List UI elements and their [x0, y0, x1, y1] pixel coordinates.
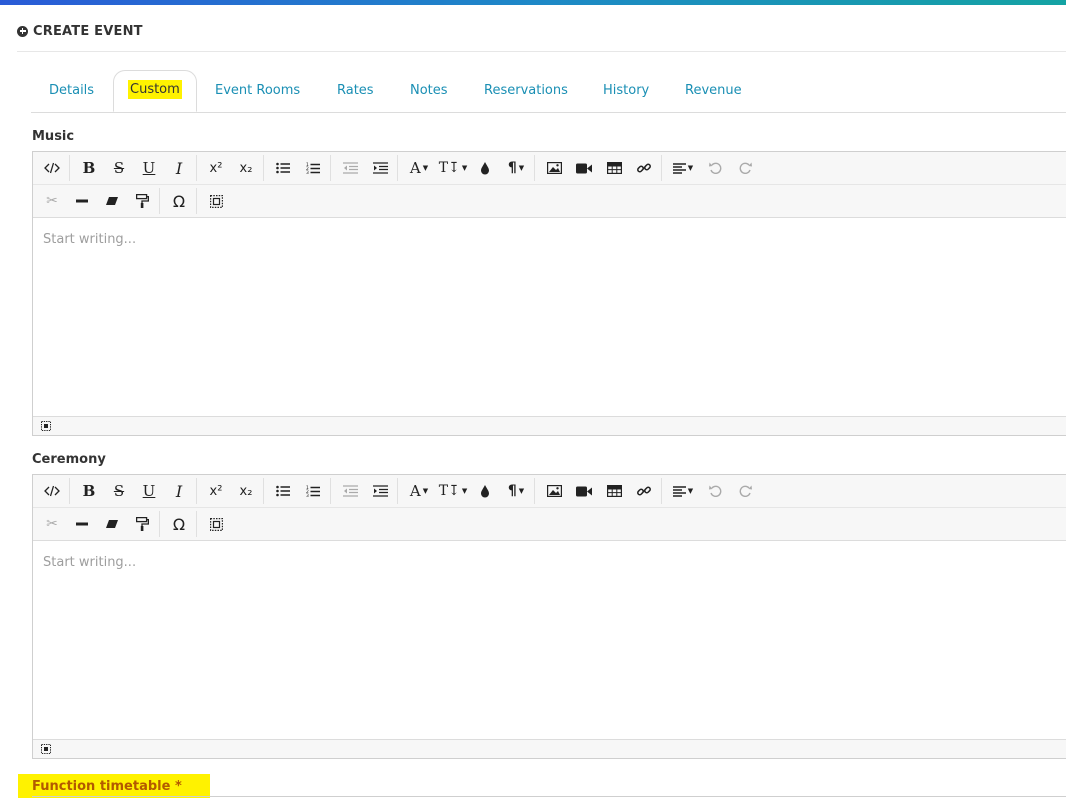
redo-icon[interactable] — [730, 478, 760, 504]
ceremony-label: Ceremony — [32, 452, 106, 467]
special-char-icon[interactable]: Ω — [164, 511, 197, 537]
page-title: CREATE EVENT — [33, 23, 143, 39]
color-icon[interactable] — [470, 155, 500, 181]
font-size-icon[interactable]: T↧ ▼ — [436, 155, 470, 181]
resize-handle-icon[interactable] — [35, 736, 57, 762]
outdent-icon[interactable] — [335, 155, 365, 181]
tab-custom-label: Custom — [128, 80, 182, 99]
code-view-icon[interactable] — [37, 478, 70, 504]
function-timetable-editor-top — [32, 796, 1066, 797]
redo-icon[interactable] — [730, 155, 760, 181]
horizontal-rule-icon[interactable] — [67, 188, 97, 214]
paragraph-icon[interactable]: ¶ ▼ — [500, 478, 535, 504]
unordered-list-icon[interactable] — [268, 478, 298, 504]
scissors-icon[interactable]: ✂ — [37, 511, 67, 537]
tab-revenue[interactable]: Revenue — [685, 83, 742, 98]
resize-handle-icon[interactable] — [35, 413, 57, 439]
bold-icon[interactable]: B — [74, 478, 104, 504]
tab-event-rooms[interactable]: Event Rooms — [215, 83, 300, 98]
strikethrough-icon[interactable]: S — [104, 155, 134, 181]
superscript-icon[interactable]: x² — [201, 478, 231, 504]
scissors-icon[interactable]: ✂ — [37, 188, 67, 214]
link-icon[interactable] — [629, 478, 662, 504]
image-icon[interactable] — [539, 155, 569, 181]
align-icon[interactable]: ▼ — [666, 155, 700, 181]
font-style-icon[interactable]: A ▼ — [402, 478, 436, 504]
ceremony-content[interactable]: Start writing... — [33, 541, 1066, 739]
eraser-icon[interactable] — [97, 188, 127, 214]
function-timetable-text: Function timetable — [32, 778, 171, 794]
tab-custom[interactable]: Custom — [113, 70, 197, 112]
undo-icon[interactable] — [700, 478, 730, 504]
subscript-icon[interactable]: x₂ — [231, 478, 264, 504]
ordered-list-icon[interactable]: 123 — [298, 478, 331, 504]
horizontal-rule-icon[interactable] — [67, 511, 97, 537]
eraser-icon[interactable] — [97, 511, 127, 537]
ceremony-editor: B S U I x² x₂ 123 A ▼ T↧ ▼ ¶ ▼ ▼ ✂ Ω Sta… — [32, 474, 1066, 759]
bold-icon[interactable]: B — [74, 155, 104, 181]
color-icon[interactable] — [470, 478, 500, 504]
video-icon[interactable] — [569, 478, 599, 504]
special-char-icon[interactable]: Ω — [164, 188, 197, 214]
table-icon[interactable] — [599, 155, 629, 181]
function-timetable-label: Function timetable * — [18, 774, 210, 798]
italic-icon[interactable]: I — [164, 155, 197, 181]
outdent-icon[interactable] — [335, 478, 365, 504]
music-label: Music — [32, 129, 75, 144]
tab-rates[interactable]: Rates — [337, 83, 374, 98]
video-icon[interactable] — [569, 155, 599, 181]
code-view-icon[interactable] — [37, 155, 70, 181]
format-painter-icon[interactable] — [127, 188, 160, 214]
header-divider — [17, 51, 1066, 52]
font-size-icon[interactable]: T↧ ▼ — [436, 478, 470, 504]
page-header: CREATE EVENT — [17, 18, 143, 44]
format-painter-icon[interactable] — [127, 511, 160, 537]
underline-icon[interactable]: U — [134, 155, 164, 181]
link-icon[interactable] — [629, 155, 662, 181]
paragraph-icon[interactable]: ¶ ▼ — [500, 155, 535, 181]
unordered-list-icon[interactable] — [268, 155, 298, 181]
strikethrough-icon[interactable]: S — [104, 478, 134, 504]
font-style-icon[interactable]: A ▼ — [402, 155, 436, 181]
fullscreen-icon[interactable] — [201, 511, 231, 537]
music-content[interactable]: Start writing... — [33, 218, 1066, 416]
align-icon[interactable]: ▼ — [666, 478, 700, 504]
superscript-icon[interactable]: x² — [201, 155, 231, 181]
indent-icon[interactable] — [365, 478, 398, 504]
tab-details[interactable]: Details — [49, 83, 94, 98]
indent-icon[interactable] — [365, 155, 398, 181]
tab-notes[interactable]: Notes — [410, 83, 448, 98]
ceremony-toolbar: B S U I x² x₂ 123 A ▼ T↧ ▼ ¶ ▼ ▼ ✂ Ω — [33, 475, 1066, 541]
music-toolbar: B S U I x² x₂ 123 A ▼ T↧ ▼ ¶ ▼ ▼ ✂ Ω — [33, 152, 1066, 218]
plus-circle-icon — [17, 25, 28, 37]
music-editor: B S U I x² x₂ 123 A ▼ T↧ ▼ ¶ ▼ ▼ ✂ Ω Sta… — [32, 151, 1066, 436]
tab-history[interactable]: History — [603, 83, 649, 98]
ceremony-statusbar — [33, 739, 1066, 758]
svg-text:3: 3 — [306, 170, 309, 175]
italic-icon[interactable]: I — [164, 478, 197, 504]
svg-text:3: 3 — [306, 493, 309, 498]
ordered-list-icon[interactable]: 123 — [298, 155, 331, 181]
tab-bar: Details Custom Event Rooms Rates Notes R… — [31, 70, 1066, 113]
underline-icon[interactable]: U — [134, 478, 164, 504]
fullscreen-icon[interactable] — [201, 188, 231, 214]
tab-reservations[interactable]: Reservations — [484, 83, 568, 98]
required-asterisk: * — [174, 778, 182, 794]
music-statusbar — [33, 416, 1066, 435]
subscript-icon[interactable]: x₂ — [231, 155, 264, 181]
image-icon[interactable] — [539, 478, 569, 504]
table-icon[interactable] — [599, 478, 629, 504]
undo-icon[interactable] — [700, 155, 730, 181]
